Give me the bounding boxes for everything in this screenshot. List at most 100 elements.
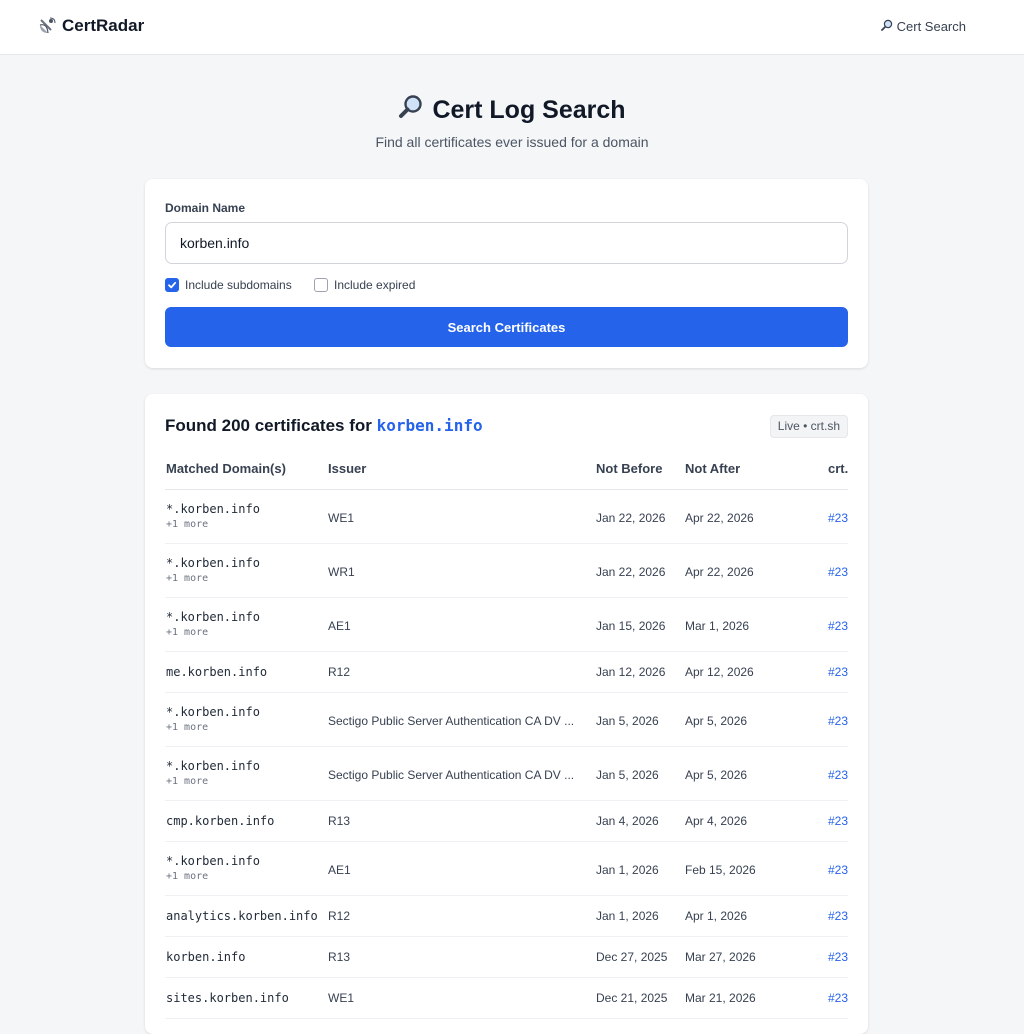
- results-card: Found 200 certificates for korben.info L…: [145, 394, 868, 1034]
- domain-text: *.korben.info: [166, 502, 260, 516]
- table-row[interactable]: *.korben.info +1 more WE1 Jan 22, 2026 Ap…: [165, 490, 848, 544]
- crt-link[interactable]: #23: [828, 714, 848, 728]
- crt-link[interactable]: #23: [828, 619, 848, 633]
- crt-link[interactable]: #23: [828, 768, 848, 782]
- not-before: Jan 22, 2026: [596, 565, 666, 579]
- not-before: Jan 22, 2026: [596, 511, 666, 525]
- not-after: Apr 1, 2026: [685, 909, 748, 923]
- not-after: Apr 12, 2026: [685, 665, 754, 679]
- matched-domain: korben.info: [166, 950, 246, 964]
- table-row[interactable]: *.korben.info +1 more AE1 Jan 1, 2026 Feb…: [165, 842, 848, 896]
- not-before: Jan 5, 2026: [596, 768, 659, 782]
- not-after: Apr 22, 2026: [685, 565, 754, 579]
- page-title-text: Cert Log Search: [432, 96, 626, 124]
- more-domains: +1 more: [166, 722, 209, 733]
- results-domain: korben.info: [376, 416, 483, 435]
- top-nav-bar: CertRadar Cert Search: [0, 0, 1024, 55]
- matched-domain: *.korben.info +1 more: [166, 854, 260, 882]
- results-heading: Found 200 certificates for korben.info: [165, 416, 483, 436]
- crt-link[interactable]: #23: [828, 665, 848, 679]
- domain-text: *.korben.info: [166, 705, 260, 719]
- checkbox-checked[interactable]: [165, 278, 179, 292]
- issuer: AE1: [328, 863, 351, 877]
- issuer: R12: [328, 909, 351, 923]
- not-after: Mar 27, 2026: [685, 950, 756, 964]
- nav-cert-search-link[interactable]: Cert Search: [880, 19, 966, 34]
- table-row[interactable]: *.korben.info +1 more WR1 Jan 22, 2026 Ap…: [165, 544, 848, 598]
- issuer: Sectigo Public Server Authentication CA …: [328, 768, 575, 782]
- brand[interactable]: CertRadar: [38, 16, 144, 36]
- col-matched-domains[interactable]: Matched Domain(s): [166, 461, 286, 476]
- search-card: Domain Name Include subdomains Include e…: [145, 179, 868, 368]
- nav-cert-search-label: Cert Search: [896, 19, 966, 34]
- not-before: Jan 1, 2026: [596, 909, 659, 923]
- matched-domain: analytics.korben.info: [166, 909, 318, 923]
- matched-domain: *.korben.info +1 more: [166, 610, 260, 638]
- not-after: Mar 1, 2026: [685, 619, 750, 633]
- not-after: Apr 4, 2026: [685, 814, 748, 828]
- table-row[interactable]: analytics.korben.info R12 Jan 1, 2026 Ap…: [165, 896, 848, 937]
- more-domains: +1 more: [166, 627, 209, 638]
- issuer: Sectigo Public Server Authentication CA …: [328, 714, 575, 728]
- not-before: Jan 1, 2026: [596, 863, 659, 877]
- table-row[interactable]: cmp.korben.info R13 Jan 4, 2026 Apr 4, 2…: [165, 801, 848, 842]
- crt-link[interactable]: #23: [828, 863, 848, 877]
- issuer: WR1: [328, 565, 355, 579]
- domain-name-label: Domain Name: [165, 201, 246, 215]
- matched-domain: *.korben.info +1 more: [166, 502, 260, 530]
- issuer: AE1: [328, 619, 351, 633]
- matched-domain: me.korben.info: [166, 665, 268, 679]
- domain-input[interactable]: [165, 222, 848, 264]
- crt-link[interactable]: #23: [828, 950, 848, 964]
- domain-text: *.korben.info: [166, 610, 260, 624]
- col-issuer[interactable]: Issuer: [328, 461, 366, 476]
- not-after: Mar 21, 2026: [685, 991, 756, 1005]
- checkbox-unchecked[interactable]: [314, 278, 328, 292]
- source-badge: Live • crt.sh: [769, 415, 848, 438]
- table-row[interactable]: *.korben.info +1 more AE1 Jan 15, 2026 Ma…: [165, 598, 848, 652]
- not-after: Apr 22, 2026: [685, 511, 754, 525]
- col-not-after[interactable]: Not After: [685, 461, 740, 476]
- issuer: R12: [328, 665, 351, 679]
- results-count-text: Found 200 certificates for: [165, 416, 372, 435]
- matched-domain: sites.korben.info: [166, 991, 289, 1005]
- table-row[interactable]: *.korben.info +1 more Sectigo Public Serv…: [165, 747, 848, 801]
- crt-link[interactable]: #23: [828, 511, 848, 525]
- crt-link[interactable]: #23: [828, 814, 848, 828]
- table-row[interactable]: me.korben.info R12 Jan 12, 2026 Apr 12, …: [165, 652, 848, 693]
- page-title: Cert Log Search: [0, 94, 1024, 127]
- table-row[interactable]: sites.korben.info WE1 Dec 21, 2025 Mar 2…: [165, 978, 848, 1019]
- crt-link[interactable]: #23: [828, 909, 848, 923]
- domain-text: *.korben.info: [166, 759, 260, 773]
- results-table[interactable]: Matched Domain(s) Issuer Not Before Not …: [165, 448, 848, 1034]
- page-subtitle: Find all certificates ever issued for a …: [375, 134, 649, 150]
- crt-link[interactable]: #23: [828, 991, 848, 1005]
- table-row[interactable]: *.korben.info +1 more Sectigo Public Serv…: [165, 693, 848, 747]
- not-before: Jan 12, 2026: [596, 665, 666, 679]
- not-before: Jan 5, 2026: [596, 714, 659, 728]
- not-before: Dec 21, 2025: [596, 991, 668, 1005]
- check-icon: [168, 281, 177, 289]
- brand-name: CertRadar: [62, 16, 145, 35]
- not-before: Jan 15, 2026: [596, 619, 666, 633]
- col-not-before[interactable]: Not Before: [596, 461, 662, 476]
- matched-domain: *.korben.info +1 more: [166, 705, 260, 733]
- matched-domain: *.korben.info +1 more: [166, 556, 260, 584]
- table-row[interactable]: korben.info R13 Dec 27, 2025 Mar 27, 202…: [165, 937, 848, 978]
- more-domains: +1 more: [166, 573, 209, 584]
- satellite-dish-icon: [38, 17, 56, 35]
- col-crt-link[interactable]: crt.: [828, 461, 848, 476]
- crt-link[interactable]: #23: [828, 565, 848, 579]
- issuer: WE1: [328, 991, 355, 1005]
- domain-text: *.korben.info: [166, 556, 260, 570]
- include-subdomains-checkbox[interactable]: Include subdomains: [165, 278, 292, 292]
- include-subdomains-label: Include subdomains: [185, 278, 292, 292]
- magnifier-icon: [398, 94, 424, 127]
- matched-domain: *.korben.info +1 more: [166, 759, 260, 787]
- not-before: Jan 4, 2026: [596, 814, 659, 828]
- include-expired-label: Include expired: [334, 278, 416, 292]
- search-certificates-button[interactable]: Search Certificates: [165, 307, 848, 347]
- include-expired-checkbox[interactable]: Include expired: [314, 278, 415, 292]
- not-before: Dec 27, 2025: [596, 950, 668, 964]
- issuer: R13: [328, 950, 351, 964]
